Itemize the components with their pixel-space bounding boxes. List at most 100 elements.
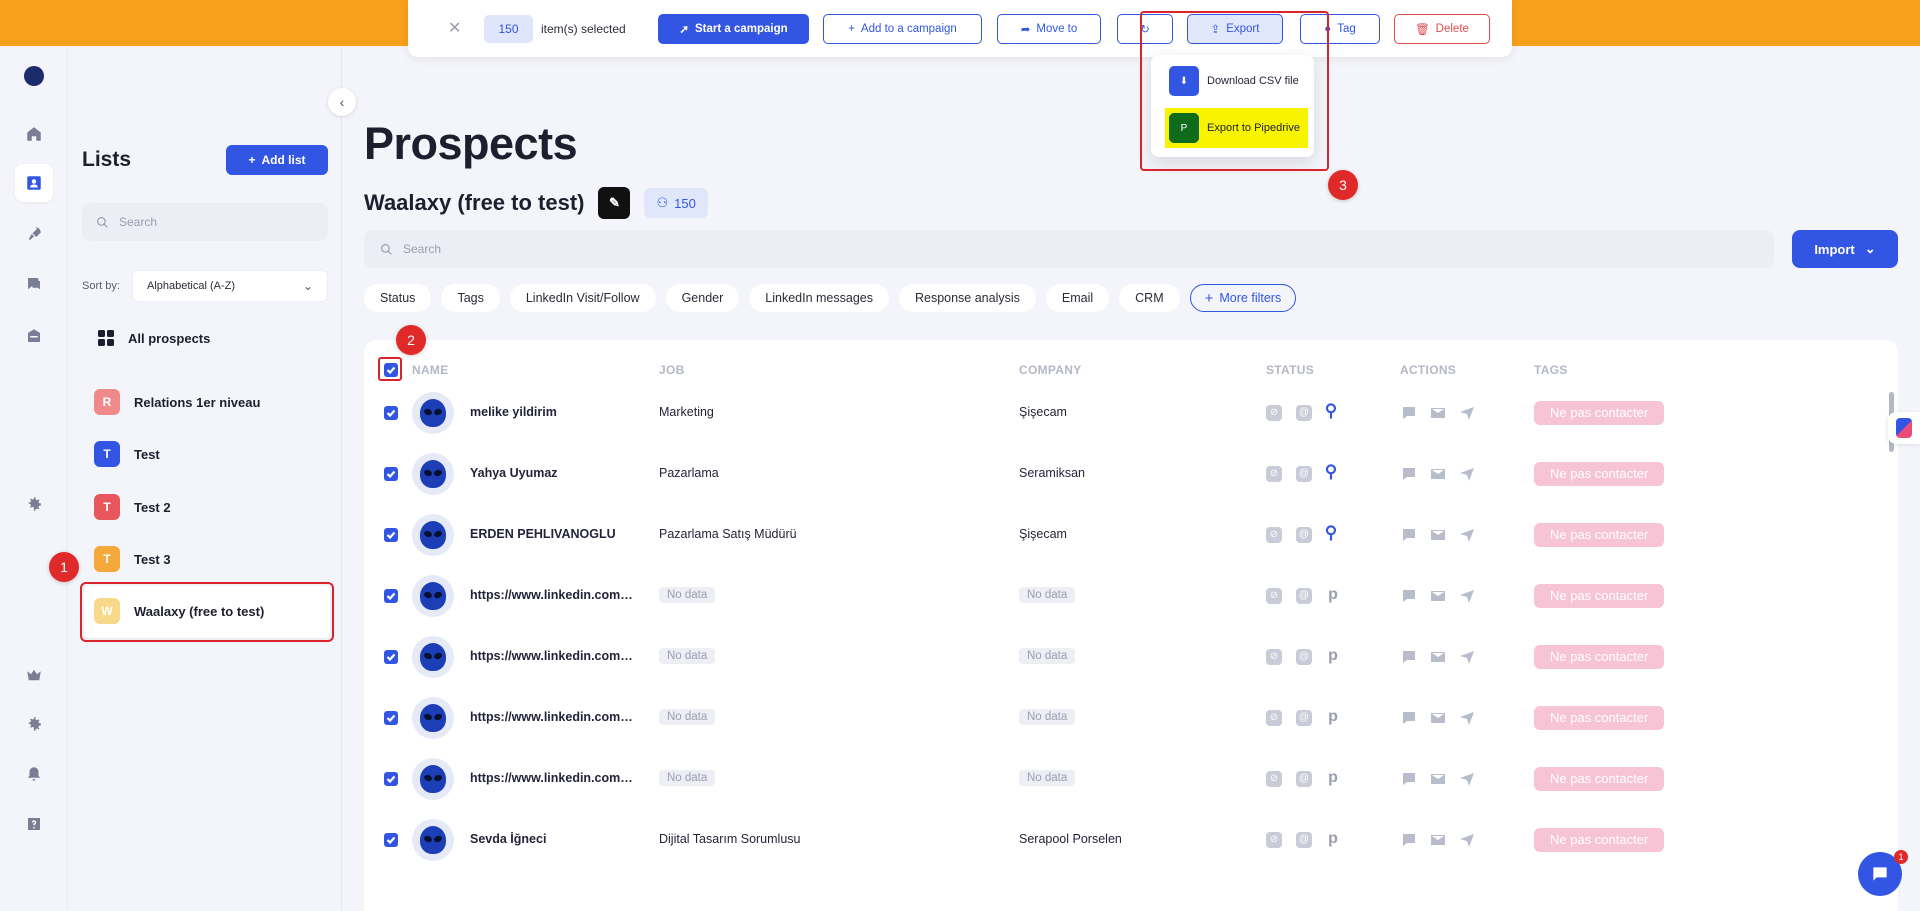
prospect-name[interactable]: https://www.linkedin.com/in/ bbox=[470, 649, 636, 663]
add-list-button[interactable]: + Add list bbox=[226, 145, 328, 175]
row-checkbox[interactable] bbox=[384, 588, 398, 603]
email-action-icon[interactable] bbox=[1430, 833, 1446, 847]
send-action-icon[interactable] bbox=[1459, 406, 1475, 420]
tag-badge[interactable]: Ne pas contacter bbox=[1534, 766, 1665, 791]
all-prospects-item[interactable]: All prospects bbox=[98, 330, 210, 346]
prospect-name[interactable]: Yahya Uyumaz bbox=[470, 466, 636, 480]
row-checkbox[interactable] bbox=[384, 710, 398, 725]
message-action-icon[interactable] bbox=[1401, 406, 1417, 420]
email-action-icon[interactable] bbox=[1430, 528, 1446, 542]
close-icon[interactable]: ✕ bbox=[448, 18, 461, 38]
send-action-icon[interactable] bbox=[1459, 528, 1475, 542]
prospect-search-input[interactable]: Search bbox=[364, 230, 1774, 268]
tag-badge[interactable]: Ne pas contacter bbox=[1534, 583, 1665, 608]
crown-icon[interactable] bbox=[22, 663, 46, 687]
prospect-job: Marketing bbox=[659, 404, 714, 419]
sort-select[interactable]: Alphabetical (A-Z) ⌄ bbox=[132, 270, 328, 302]
tag-badge[interactable]: Ne pas contacter bbox=[1534, 522, 1665, 547]
message-action-icon[interactable] bbox=[1401, 772, 1417, 786]
message-action-icon[interactable] bbox=[1401, 528, 1417, 542]
help-icon[interactable] bbox=[22, 812, 46, 836]
job-no-data: No data bbox=[659, 647, 716, 664]
tag-badge[interactable]: Ne pas contacter bbox=[1534, 827, 1665, 852]
company-no-data: No data bbox=[1019, 586, 1076, 603]
app-logo[interactable] bbox=[24, 66, 44, 86]
tag-label: Tag bbox=[1337, 23, 1356, 35]
start-campaign-button[interactable]: ➚ Start a campaign bbox=[658, 14, 809, 44]
tag-badge[interactable]: Ne pas contacter bbox=[1534, 461, 1665, 486]
prospect-name[interactable]: https://www.linkedin.com/in/ bbox=[470, 771, 636, 785]
pencil-icon: ✎ bbox=[609, 195, 620, 210]
row-checkbox[interactable] bbox=[384, 466, 398, 481]
list-search-placeholder: Search bbox=[119, 215, 158, 229]
row-checkbox[interactable] bbox=[384, 649, 398, 664]
inbox-icon[interactable] bbox=[22, 324, 46, 348]
send-action-icon[interactable] bbox=[1459, 711, 1475, 725]
bell-icon[interactable] bbox=[22, 762, 46, 786]
rocket-icon[interactable] bbox=[22, 222, 46, 246]
list-search-input[interactable]: Search bbox=[82, 203, 328, 241]
delete-button[interactable]: 🗑 Delete bbox=[1394, 14, 1490, 44]
sidebar-item-test[interactable]: T Test bbox=[94, 441, 160, 467]
tag-badge[interactable]: Ne pas contacter bbox=[1534, 400, 1665, 425]
prospect-name[interactable]: ERDEN PEHLIVANOGLU bbox=[470, 527, 636, 541]
list-initial: R bbox=[94, 389, 120, 415]
filter-crm[interactable]: CRM bbox=[1119, 284, 1180, 312]
linkedin-status-icon: ⊘ bbox=[1266, 831, 1282, 848]
row-checkbox[interactable] bbox=[384, 527, 398, 542]
message-action-icon[interactable] bbox=[1401, 711, 1417, 725]
message-action-icon[interactable] bbox=[1401, 589, 1417, 603]
add-to-campaign-button[interactable]: + Add to a campaign bbox=[823, 14, 982, 44]
prospect-name[interactable]: Sevda İğneci bbox=[470, 832, 636, 846]
tag-badge[interactable]: Ne pas contacter bbox=[1534, 644, 1665, 669]
search-icon bbox=[381, 243, 392, 255]
filter-response-analysis[interactable]: Response analysis bbox=[898, 284, 1036, 312]
column-header-company[interactable]: COMPANY bbox=[1019, 363, 1082, 377]
column-header-job[interactable]: JOB bbox=[659, 363, 685, 377]
filter-email[interactable]: Email bbox=[1045, 284, 1110, 312]
send-action-icon[interactable] bbox=[1459, 589, 1475, 603]
collapse-sidebar-button[interactable]: ‹ bbox=[328, 88, 356, 116]
message-action-icon[interactable] bbox=[1401, 650, 1417, 664]
prospect-name[interactable]: https://www.linkedin.com/in/ bbox=[470, 588, 636, 602]
send-action-icon[interactable] bbox=[1459, 833, 1475, 847]
extension-widget[interactable] bbox=[1888, 412, 1920, 444]
more-filters-label: More filters bbox=[1219, 291, 1282, 305]
column-header-name[interactable]: NAME bbox=[412, 363, 449, 377]
more-filters-button[interactable]: + More filters bbox=[1189, 284, 1297, 312]
filter-linkedin-visit[interactable]: LinkedIn Visit/Follow bbox=[509, 284, 656, 312]
email-action-icon[interactable] bbox=[1430, 650, 1446, 664]
email-action-icon[interactable] bbox=[1430, 467, 1446, 481]
row-checkbox[interactable] bbox=[384, 832, 398, 847]
tag-badge[interactable]: Ne pas contacter bbox=[1534, 705, 1665, 730]
settings-icon[interactable] bbox=[22, 492, 46, 516]
sidebar-item-test-2[interactable]: T Test 2 bbox=[94, 494, 171, 520]
send-action-icon[interactable] bbox=[1459, 650, 1475, 664]
messages-icon[interactable] bbox=[22, 272, 46, 296]
prospect-name[interactable]: melike yildirim bbox=[470, 405, 636, 419]
send-action-icon[interactable] bbox=[1459, 467, 1475, 481]
message-action-icon[interactable] bbox=[1401, 833, 1417, 847]
gear-icon[interactable] bbox=[22, 712, 46, 736]
email-action-icon[interactable] bbox=[1430, 589, 1446, 603]
email-action-icon[interactable] bbox=[1430, 772, 1446, 786]
prospect-name[interactable]: https://www.linkedin.com/in/ bbox=[470, 710, 636, 724]
message-action-icon[interactable] bbox=[1401, 467, 1417, 481]
import-button[interactable]: Import ⌄ bbox=[1792, 230, 1898, 268]
prospects-icon[interactable] bbox=[15, 164, 53, 202]
filter-status[interactable]: Status bbox=[364, 284, 432, 312]
sidebar-item-relations[interactable]: R Relations 1er niveau bbox=[94, 389, 260, 415]
filter-tags[interactable]: Tags bbox=[441, 284, 500, 312]
sidebar-item-test-3[interactable]: T Test 3 bbox=[94, 546, 171, 572]
filter-linkedin-messages[interactable]: LinkedIn messages bbox=[749, 284, 889, 312]
send-action-icon[interactable] bbox=[1459, 772, 1475, 786]
row-checkbox[interactable] bbox=[384, 405, 398, 420]
email-action-icon[interactable] bbox=[1430, 406, 1446, 420]
home-icon[interactable] bbox=[22, 122, 46, 146]
edit-list-button[interactable]: ✎ bbox=[598, 187, 631, 219]
filter-gender[interactable]: Gender bbox=[665, 284, 740, 312]
extension-logo-icon bbox=[1896, 418, 1912, 438]
move-to-button[interactable]: ➦ Move to bbox=[997, 14, 1101, 44]
email-action-icon[interactable] bbox=[1430, 711, 1446, 725]
row-checkbox[interactable] bbox=[384, 771, 398, 786]
